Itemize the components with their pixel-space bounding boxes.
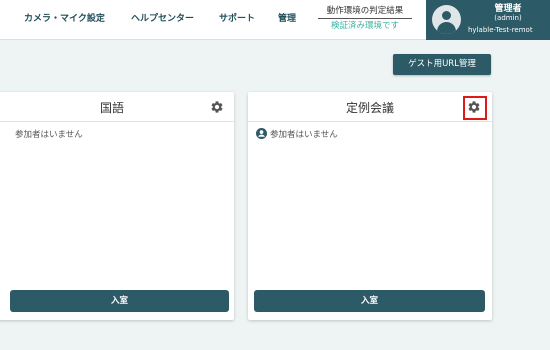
enter-room-button[interactable]: 入室 xyxy=(254,290,485,312)
environment-check: 動作環境の判定結果 検証済み環境です xyxy=(318,4,412,33)
person-icon xyxy=(256,128,267,139)
no-participants-text: 参加者はいません xyxy=(270,130,338,140)
gear-icon[interactable] xyxy=(467,100,481,114)
enter-room-button[interactable]: 入室 xyxy=(10,290,229,312)
avatar-icon xyxy=(432,5,461,34)
nav-support[interactable]: サポート xyxy=(219,0,255,38)
gear-icon[interactable] xyxy=(210,100,224,114)
room-card-header: 国語 xyxy=(0,92,234,122)
nav-camera-mic-settings[interactable]: カメラ・マイク設定 xyxy=(24,0,105,38)
nav-help-center[interactable]: ヘルプセンター xyxy=(131,0,194,38)
user-name: 管理者 xyxy=(494,4,522,14)
environment-check-title: 動作環境の判定結果 xyxy=(318,4,412,19)
nav-admin[interactable]: 管理 xyxy=(278,0,296,38)
no-participants-text: 参加者はいません xyxy=(15,130,83,140)
user-role: (admin) xyxy=(494,14,522,22)
user-menu[interactable]: 管理者 (admin) hylable-Test-remot xyxy=(426,0,550,40)
top-nav-bar: カメラ・マイク設定 ヘルプセンター サポート 管理 動作環境の判定結果 検証済み… xyxy=(0,0,550,40)
guest-url-management-button[interactable]: ゲスト用URL管理 xyxy=(393,54,491,75)
user-id: hylable-Test-remot xyxy=(468,26,533,34)
room-card-header: 定例会議 xyxy=(248,92,492,122)
environment-check-status[interactable]: 検証済み環境です xyxy=(318,19,412,33)
room-title: 国語 xyxy=(99,101,124,115)
room-title: 定例会議 xyxy=(345,101,394,115)
room-card: 定例会議 参加者はいません 入室 xyxy=(248,92,492,320)
room-card: 国語 参加者はいません 入室 xyxy=(0,92,234,320)
